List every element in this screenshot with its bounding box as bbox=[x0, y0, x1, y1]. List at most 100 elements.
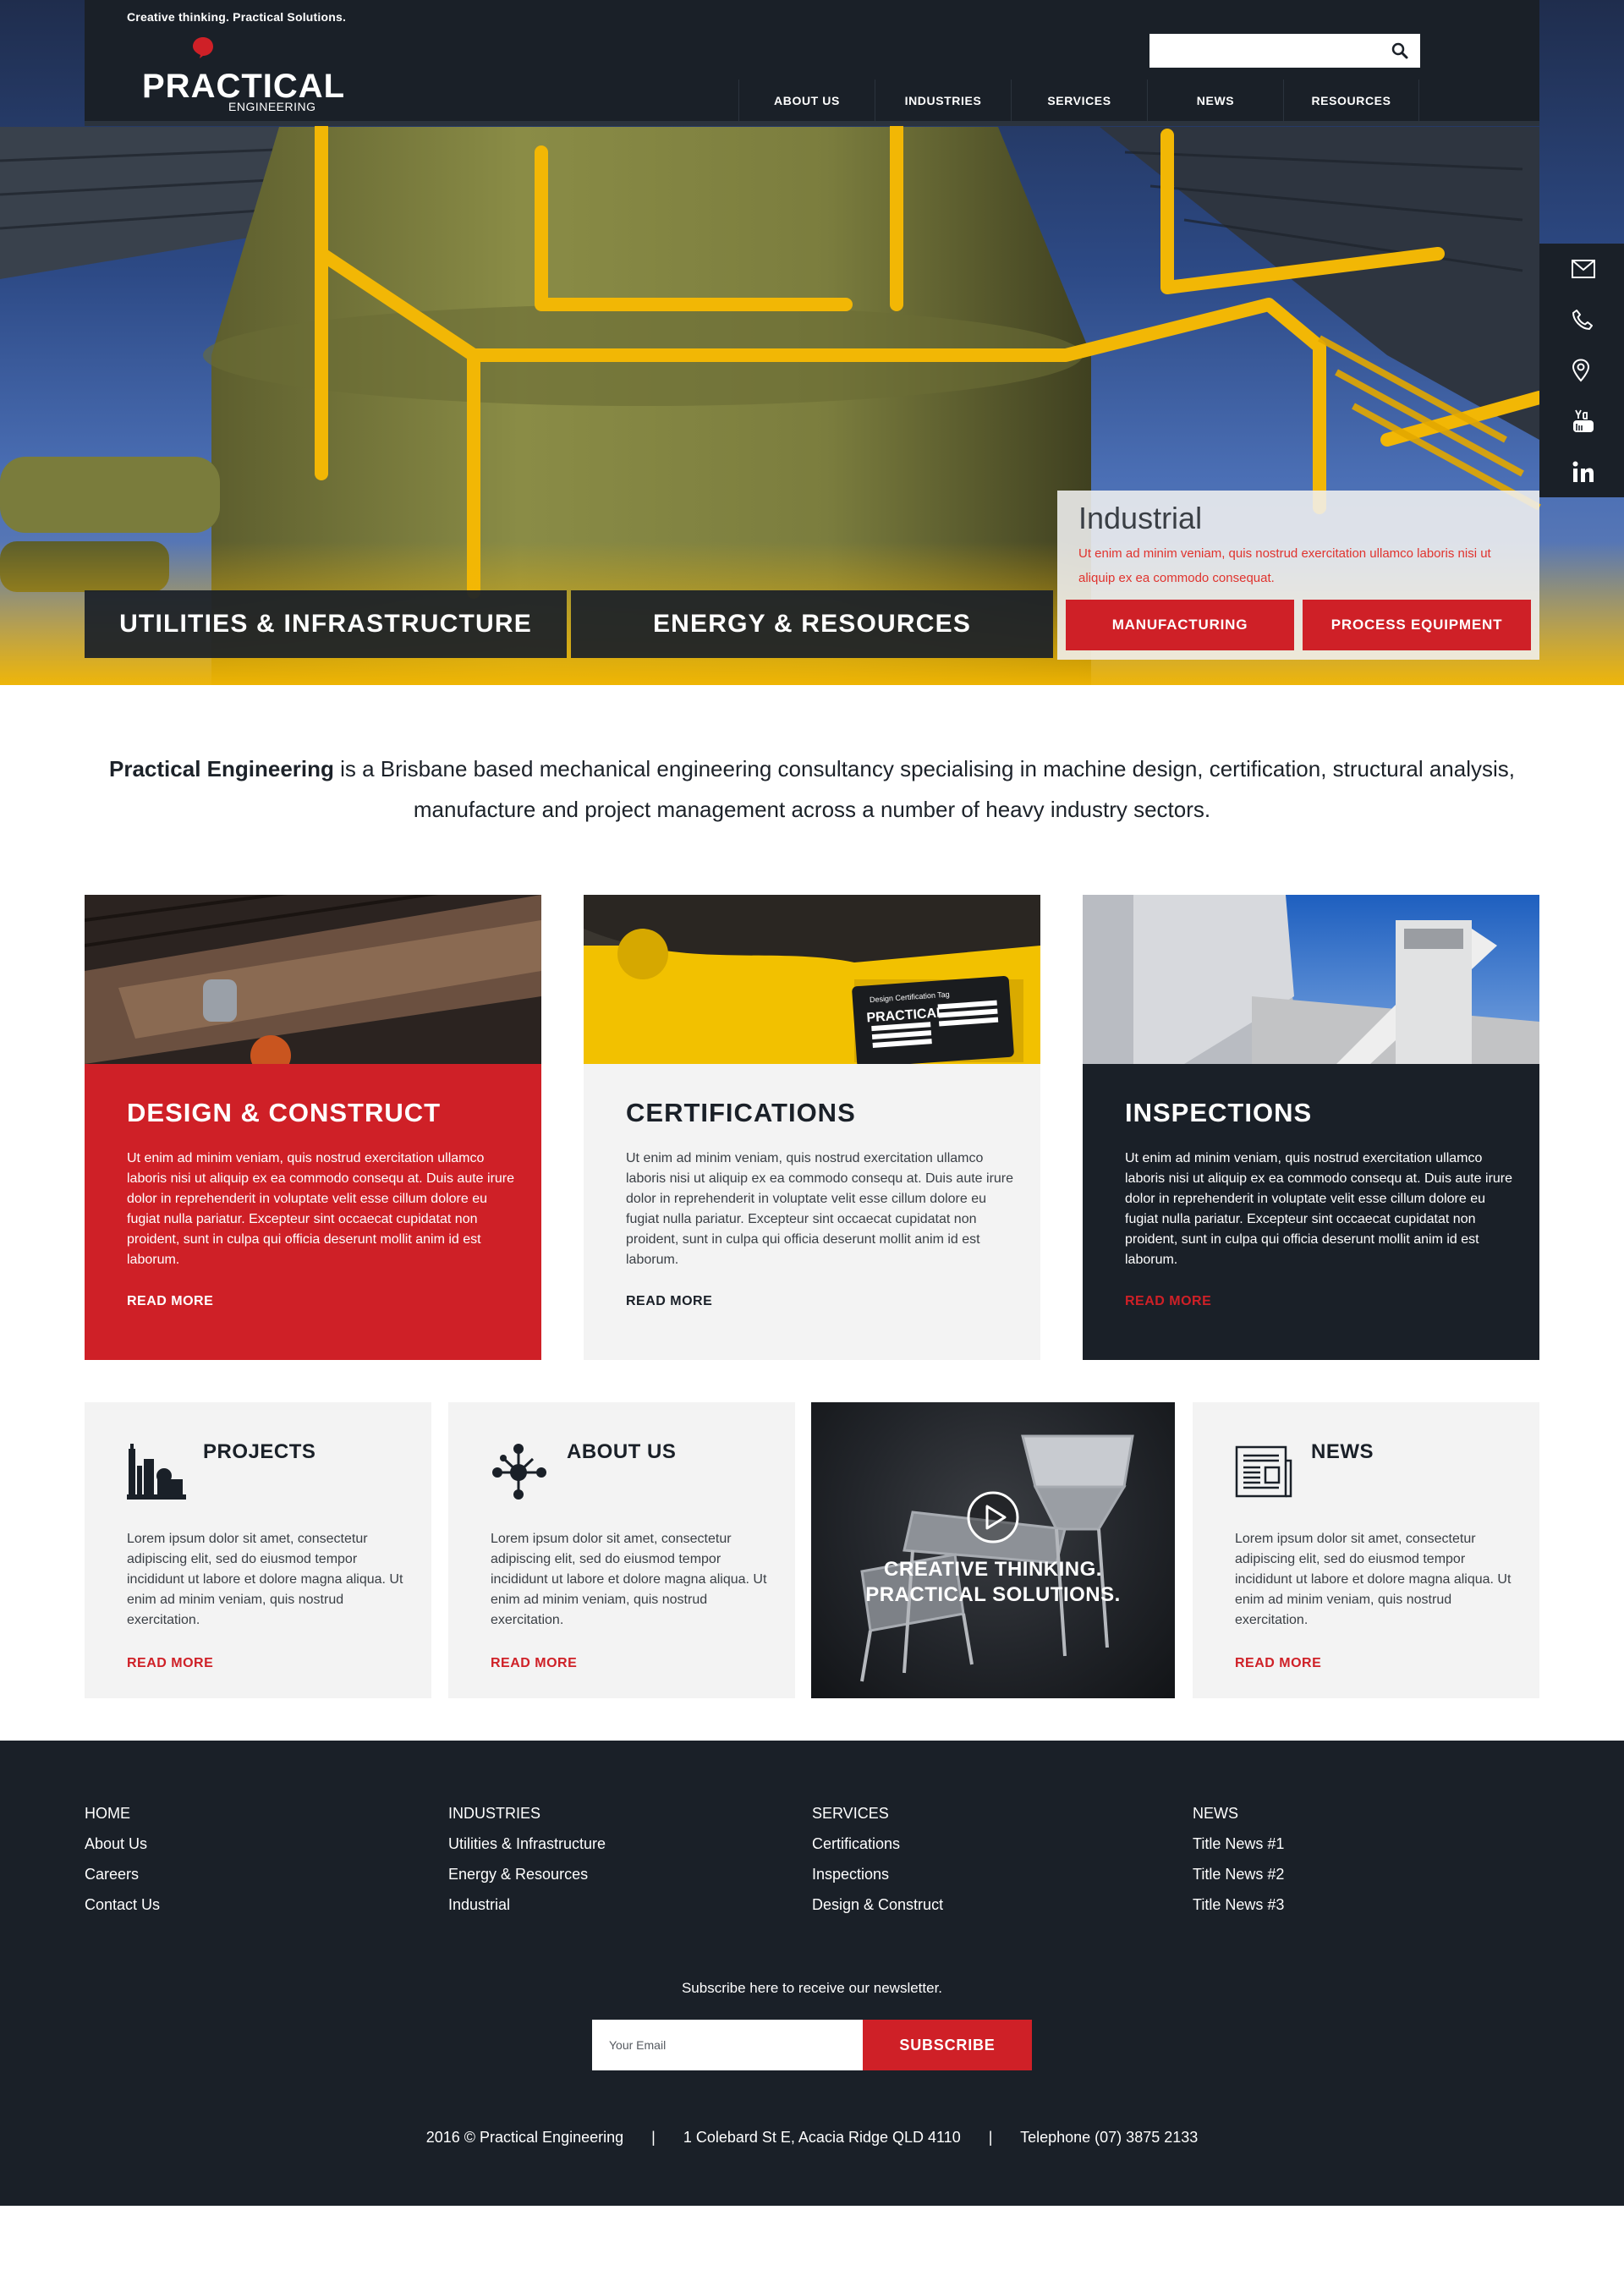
service-card-body: CERTIFICATIONS Ut enim ad minim veniam, … bbox=[584, 1064, 1040, 1360]
footer-column-industries: INDUSTRIES Utilities & Infrastructure En… bbox=[448, 1798, 606, 1920]
footer-column-home: HOME About Us Careers Contact Us bbox=[85, 1798, 160, 1920]
email-field[interactable] bbox=[592, 2020, 863, 2070]
footer-link[interactable]: Title News #1 bbox=[1193, 1829, 1284, 1859]
service-card-inspections: INSPECTIONS Ut enim ad minim veniam, qui… bbox=[1083, 895, 1539, 1360]
process-equipment-button[interactable]: PROCESS EQUIPMENT bbox=[1303, 600, 1531, 650]
footer-link[interactable]: Title News #3 bbox=[1193, 1889, 1284, 1920]
social-location[interactable] bbox=[1539, 345, 1624, 396]
main-nav: ABOUT US INDUSTRIES SERVICES NEWS RESOUR… bbox=[738, 80, 1419, 122]
service-card-body: DESIGN & CONSTRUCT Ut enim ad minim veni… bbox=[85, 1064, 541, 1360]
read-more-projects[interactable]: READ MORE bbox=[127, 1656, 213, 1671]
read-more-certifications[interactable]: READ MORE bbox=[626, 1294, 712, 1309]
read-more-news[interactable]: READ MORE bbox=[1235, 1656, 1321, 1671]
video-player[interactable]: CREATIVE THINKING. PRACTICAL SOLUTIONS. bbox=[811, 1402, 1175, 1698]
intro-text: Practical Engineering is a Brisbane base… bbox=[85, 748, 1539, 830]
search-input[interactable] bbox=[1149, 34, 1378, 68]
tab-energy-resources[interactable]: ENERGY & RESOURCES bbox=[571, 590, 1053, 658]
footer-column-services: SERVICES Certifications Inspections Desi… bbox=[812, 1798, 943, 1920]
nav-about-us[interactable]: ABOUT US bbox=[738, 80, 875, 122]
read-more-design[interactable]: READ MORE bbox=[127, 1294, 213, 1309]
location-icon bbox=[1572, 359, 1590, 382]
factory-icon bbox=[127, 1444, 186, 1500]
search-icon[interactable] bbox=[1391, 42, 1408, 59]
copyright-text: 2016 © Practical Engineering bbox=[425, 2129, 624, 2146]
social-bar bbox=[1539, 244, 1624, 497]
footer-link[interactable]: Industrial bbox=[448, 1889, 606, 1920]
footer-link[interactable]: Careers bbox=[85, 1859, 160, 1889]
linkedin-icon bbox=[1572, 461, 1594, 482]
site-footer: HOME About Us Careers Contact Us INDUSTR… bbox=[0, 1741, 1624, 2206]
certification-image: Design Certification Tag PRACTICAL bbox=[584, 895, 1040, 1064]
tab-utilities-infrastructure[interactable]: UTILITIES & INFRASTRUCTURE bbox=[85, 590, 567, 658]
service-card-certifications: Design Certification Tag PRACTICAL CERTI… bbox=[584, 895, 1040, 1360]
newspaper-icon bbox=[1235, 1445, 1292, 1498]
footer-separator: | bbox=[651, 2129, 656, 2146]
inspection-image bbox=[1083, 895, 1539, 1064]
social-linkedin[interactable] bbox=[1539, 447, 1624, 497]
footer-link[interactable]: Contact Us bbox=[85, 1889, 160, 1920]
feature-title-projects: PROJECTS bbox=[203, 1440, 316, 1463]
service-title-inspections: INSPECTIONS bbox=[1125, 1098, 1313, 1127]
video-caption: CREATIVE THINKING. PRACTICAL SOLUTIONS. bbox=[811, 1557, 1175, 1608]
footer-head-home[interactable]: HOME bbox=[85, 1798, 160, 1829]
telephone-text: Telephone (07) 3875 2133 bbox=[1020, 2129, 1199, 2146]
subscribe-button[interactable]: SUBSCRIBE bbox=[863, 2020, 1032, 2070]
service-title-design: DESIGN & CONSTRUCT bbox=[127, 1098, 442, 1127]
nav-services[interactable]: SERVICES bbox=[1011, 80, 1147, 122]
mail-icon bbox=[1572, 260, 1595, 278]
intro-company-name: Practical Engineering bbox=[109, 756, 334, 781]
feature-card-projects: PROJECTS Lorem ipsum dolor sit amet, con… bbox=[85, 1402, 431, 1698]
read-more-inspections[interactable]: READ MORE bbox=[1125, 1294, 1211, 1309]
copyright-line: 2016 © Practical Engineering | 1 Colebar… bbox=[0, 2129, 1624, 2147]
feature-text-about: Lorem ipsum dolor sit amet, consectetur … bbox=[491, 1532, 767, 1627]
network-icon bbox=[492, 1444, 546, 1500]
service-text-design: Ut enim ad minim veniam, quis nostrud ex… bbox=[127, 1151, 515, 1267]
video-caption-line1: CREATIVE THINKING. bbox=[884, 1558, 1102, 1581]
social-phone[interactable] bbox=[1539, 294, 1624, 345]
industrial-text: Ut enim ad minim veniam, quis nostrud ex… bbox=[1078, 546, 1491, 585]
footer-link[interactable]: Certifications bbox=[812, 1829, 943, 1859]
feature-text-projects: Lorem ipsum dolor sit amet, consectetur … bbox=[127, 1532, 403, 1627]
logo-mark-icon bbox=[193, 37, 213, 58]
phone-icon bbox=[1572, 310, 1593, 330]
logo-sub-text: ENGINEERING bbox=[228, 100, 316, 113]
hero-banner: Creative thinking. Practical Solutions. … bbox=[0, 0, 1624, 685]
feature-text-news: Lorem ipsum dolor sit amet, consectetur … bbox=[1235, 1532, 1512, 1627]
feature-card-news: NEWS Lorem ipsum dolor sit amet, consect… bbox=[1193, 1402, 1539, 1698]
manufacturing-button[interactable]: MANUFACTURING bbox=[1066, 600, 1294, 650]
intro-description: is a Brisbane based mechanical engineeri… bbox=[333, 756, 1515, 822]
footer-link[interactable]: Energy & Resources bbox=[448, 1859, 606, 1889]
footer-head-news[interactable]: NEWS bbox=[1193, 1798, 1284, 1829]
service-text-inspections: Ut enim ad minim veniam, quis nostrud ex… bbox=[1125, 1151, 1513, 1267]
nav-industries[interactable]: INDUSTRIES bbox=[875, 80, 1011, 122]
video-caption-line2: PRACTICAL SOLUTIONS. bbox=[865, 1583, 1121, 1606]
feature-title-news: NEWS bbox=[1311, 1440, 1374, 1463]
footer-link[interactable]: Design & Construct bbox=[812, 1889, 943, 1920]
feature-card-about: ABOUT US Lorem ipsum dolor sit amet, con… bbox=[448, 1402, 795, 1698]
address-text: 1 Colebard St E, Acacia Ridge QLD 4110 bbox=[683, 2129, 961, 2146]
footer-link[interactable]: Inspections bbox=[812, 1859, 943, 1889]
footer-link[interactable]: Utilities & Infrastructure bbox=[448, 1829, 606, 1859]
feature-title-about: ABOUT US bbox=[567, 1440, 677, 1463]
footer-link[interactable]: Title News #2 bbox=[1193, 1859, 1284, 1889]
footer-head-services[interactable]: SERVICES bbox=[812, 1798, 943, 1829]
social-mail[interactable] bbox=[1539, 244, 1624, 294]
footer-separator: | bbox=[988, 2129, 993, 2146]
industrial-title: Industrial bbox=[1078, 501, 1203, 535]
company-logo[interactable]: PRACTICAL ENGINEERING bbox=[142, 36, 344, 113]
footer-head-industries[interactable]: INDUSTRIES bbox=[448, 1798, 606, 1829]
nav-resources[interactable]: RESOURCES bbox=[1283, 80, 1419, 122]
footer-link[interactable]: About Us bbox=[85, 1829, 160, 1859]
subscribe-label: Subscribe here to receive our newsletter… bbox=[681, 1980, 943, 1996]
tagline: Creative thinking. Practical Solutions. bbox=[127, 10, 347, 24]
play-icon[interactable] bbox=[966, 1490, 1020, 1544]
footer-column-news: NEWS Title News #1 Title News #2 Title N… bbox=[1193, 1798, 1284, 1920]
youtube-icon bbox=[1573, 409, 1594, 432]
nav-news[interactable]: NEWS bbox=[1147, 80, 1283, 122]
service-text-certifications: Ut enim ad minim veniam, quis nostrud ex… bbox=[626, 1151, 1014, 1267]
social-youtube[interactable] bbox=[1539, 396, 1624, 447]
read-more-about[interactable]: READ MORE bbox=[491, 1656, 577, 1671]
search-box[interactable] bbox=[1149, 34, 1420, 68]
service-card-design: DESIGN & CONSTRUCT Ut enim ad minim veni… bbox=[85, 895, 541, 1360]
machinery-render bbox=[860, 1434, 1134, 1682]
